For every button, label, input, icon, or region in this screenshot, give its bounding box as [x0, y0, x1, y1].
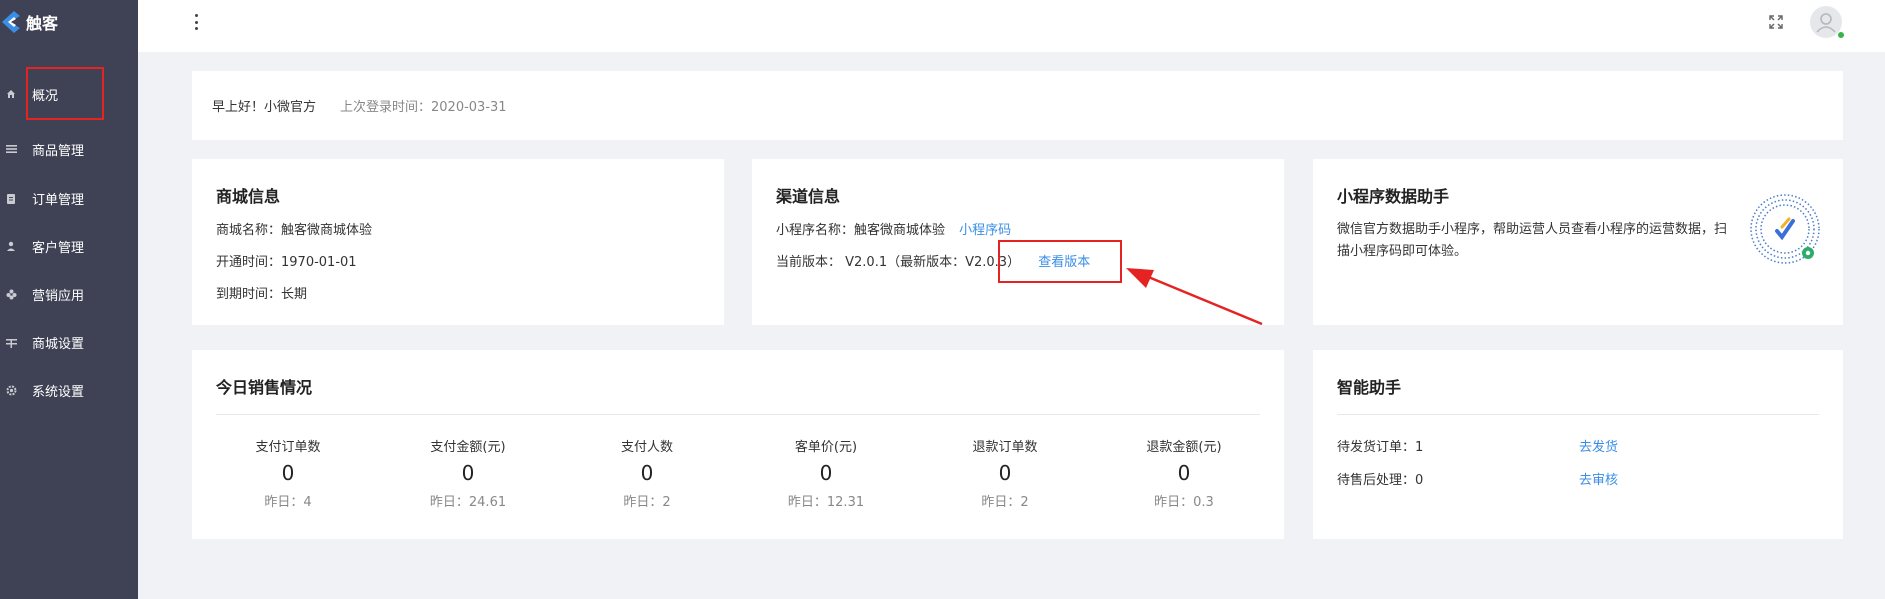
sidebar-item-label: 商城设置 — [32, 336, 85, 352]
stat-value: 0 — [640, 461, 654, 485]
welcome-bar: 早上好！小微官方 上次登录时间：2020-03-31 — [192, 71, 1843, 140]
card-title: 渠道信息 — [776, 187, 841, 206]
data-helper-description: 微信官方数据助手小程序，帮助运营人员查看小程序的运营数据，扫描小程序码即可体验。 — [1337, 222, 1728, 259]
smart-assistant-card: 智能助手 待发货订单：1 去发货 待售后处理：0 去审核 — [1313, 350, 1843, 539]
channel-info-card: 渠道信息 小程序名称：触客微商城体验 小程序码 当前版本： V2.0.1（最新版… — [752, 159, 1284, 325]
store-info-card: 商城信息 商城名称：触客微商城体验 开通时间：1970-01-01 到期时间：长… — [192, 159, 724, 325]
gear-icon — [4, 383, 18, 397]
sidebar-item-customers[interactable]: 客户管理 — [0, 231, 138, 261]
stat-label: 退款金额(元) — [1146, 440, 1222, 455]
sidebar-item-label: 商品管理 — [32, 143, 85, 159]
stat-label: 支付订单数 — [255, 440, 321, 455]
card-title: 商城信息 — [216, 187, 281, 206]
store-expire-time: 到期时间：长期 — [216, 287, 308, 302]
puzzle-icon — [4, 287, 18, 301]
user-icon — [4, 239, 18, 253]
card-title: 今日销售情况 — [216, 378, 313, 397]
go-ship-link[interactable]: 去发货 — [1579, 436, 1618, 455]
divider — [216, 414, 1260, 415]
version-text: 当前版本： V2.0.1（最新版本：V2.0.3） — [776, 255, 1021, 270]
stat-value: 0 — [998, 461, 1012, 485]
pending-aftersale-label: 待售后处理：0 — [1337, 473, 1424, 488]
stat-yesterday: 昨日：2 — [623, 495, 671, 510]
data-helper-card: 小程序数据助手 微信官方数据助手小程序，帮助运营人员查看小程序的运营数据，扫描小… — [1313, 159, 1843, 325]
store-name: 商城名称：触客微商城体验 — [216, 223, 373, 238]
divider — [1337, 414, 1819, 415]
stat-item: 退款金额(元) 0 昨日：0.3 — [1094, 436, 1274, 510]
sales-today-card: 今日销售情况 支付订单数 0 昨日：4 支付金额(元) 0 昨日：24.61 支… — [192, 350, 1284, 539]
stat-label: 支付人数 — [620, 440, 673, 455]
card-title: 小程序数据助手 — [1337, 187, 1450, 206]
miniapp-name-row: 小程序名称：触客微商城体验 小程序码 — [776, 219, 1011, 238]
stat-item: 支付订单数 0 昨日：4 — [198, 436, 378, 510]
stat-item: 支付金额(元) 0 昨日：24.61 — [378, 436, 558, 510]
stat-yesterday: 昨日：12.31 — [787, 495, 865, 510]
card-title: 智能助手 — [1337, 378, 1402, 397]
top-header — [138, 0, 1885, 52]
sidebar-item-label: 订单管理 — [32, 192, 85, 208]
stat-value: 0 — [1177, 461, 1191, 485]
view-version-link[interactable]: 查看版本 — [1038, 255, 1090, 270]
stat-yesterday: 昨日：0.3 — [1154, 495, 1214, 510]
sidebar-item-products[interactable]: 商品管理 — [0, 134, 138, 164]
stat-label: 退款订单数 — [972, 440, 1038, 455]
miniapp-code-link[interactable]: 小程序码 — [959, 223, 1011, 238]
go-review-link[interactable]: 去审核 — [1579, 469, 1618, 488]
sidebar: 触客 概况 商品管理 订单管理 客户管理 营销应用 商城设置 系统设置 — [0, 0, 138, 599]
pending-shipment-label: 待发货订单：1 — [1337, 440, 1424, 455]
sidebar-item-marketing[interactable]: 营销应用 — [0, 279, 138, 309]
stat-item: 支付人数 0 昨日：2 — [557, 436, 737, 510]
store-open-time: 开通时间：1970-01-01 — [216, 255, 357, 270]
settings-sliders-icon — [4, 335, 18, 349]
stat-yesterday: 昨日：4 — [264, 495, 312, 510]
miniapp-name: 小程序名称：触客微商城体验 — [776, 223, 946, 238]
logo-icon — [0, 7, 22, 37]
miniapp-qr-code[interactable] — [1747, 181, 1823, 277]
fullscreen-icon[interactable] — [1768, 14, 1784, 30]
more-vertical-icon[interactable] — [192, 14, 200, 30]
sidebar-item-label: 概况 — [32, 88, 59, 104]
logo[interactable]: 触客 — [0, 6, 58, 38]
brand-name: 触客 — [26, 14, 59, 33]
home-icon — [4, 87, 18, 101]
list-icon — [4, 142, 18, 156]
stat-label: 支付金额(元) — [430, 440, 506, 455]
last-login-text: 上次登录时间：2020-03-31 — [340, 100, 507, 115]
greeting-text: 早上好！小微官方 — [212, 100, 317, 115]
sidebar-item-orders[interactable]: 订单管理 — [0, 183, 138, 213]
stat-value: 0 — [461, 461, 475, 485]
version-row: 当前版本： V2.0.1（最新版本：V2.0.3） 查看版本 — [776, 251, 1090, 270]
stat-value: 0 — [819, 461, 833, 485]
stat-yesterday: 昨日：24.61 — [429, 495, 507, 510]
online-status-dot — [1838, 32, 1844, 38]
stat-item: 客单价(元) 0 昨日：12.31 — [736, 436, 916, 510]
sidebar-item-label: 营销应用 — [32, 288, 85, 304]
stat-label: 客单价(元) — [794, 440, 858, 455]
sidebar-item-label: 系统设置 — [32, 384, 85, 400]
stat-yesterday: 昨日：2 — [981, 495, 1029, 510]
stat-item: 退款订单数 0 昨日：2 — [915, 436, 1095, 510]
clipboard-icon — [4, 191, 18, 205]
sidebar-item-label: 客户管理 — [32, 240, 85, 256]
sidebar-item-store-settings[interactable]: 商城设置 — [0, 327, 138, 357]
sidebar-item-system-settings[interactable]: 系统设置 — [0, 375, 138, 405]
sidebar-item-overview[interactable]: 概况 — [0, 79, 138, 109]
stat-value: 0 — [281, 461, 295, 485]
